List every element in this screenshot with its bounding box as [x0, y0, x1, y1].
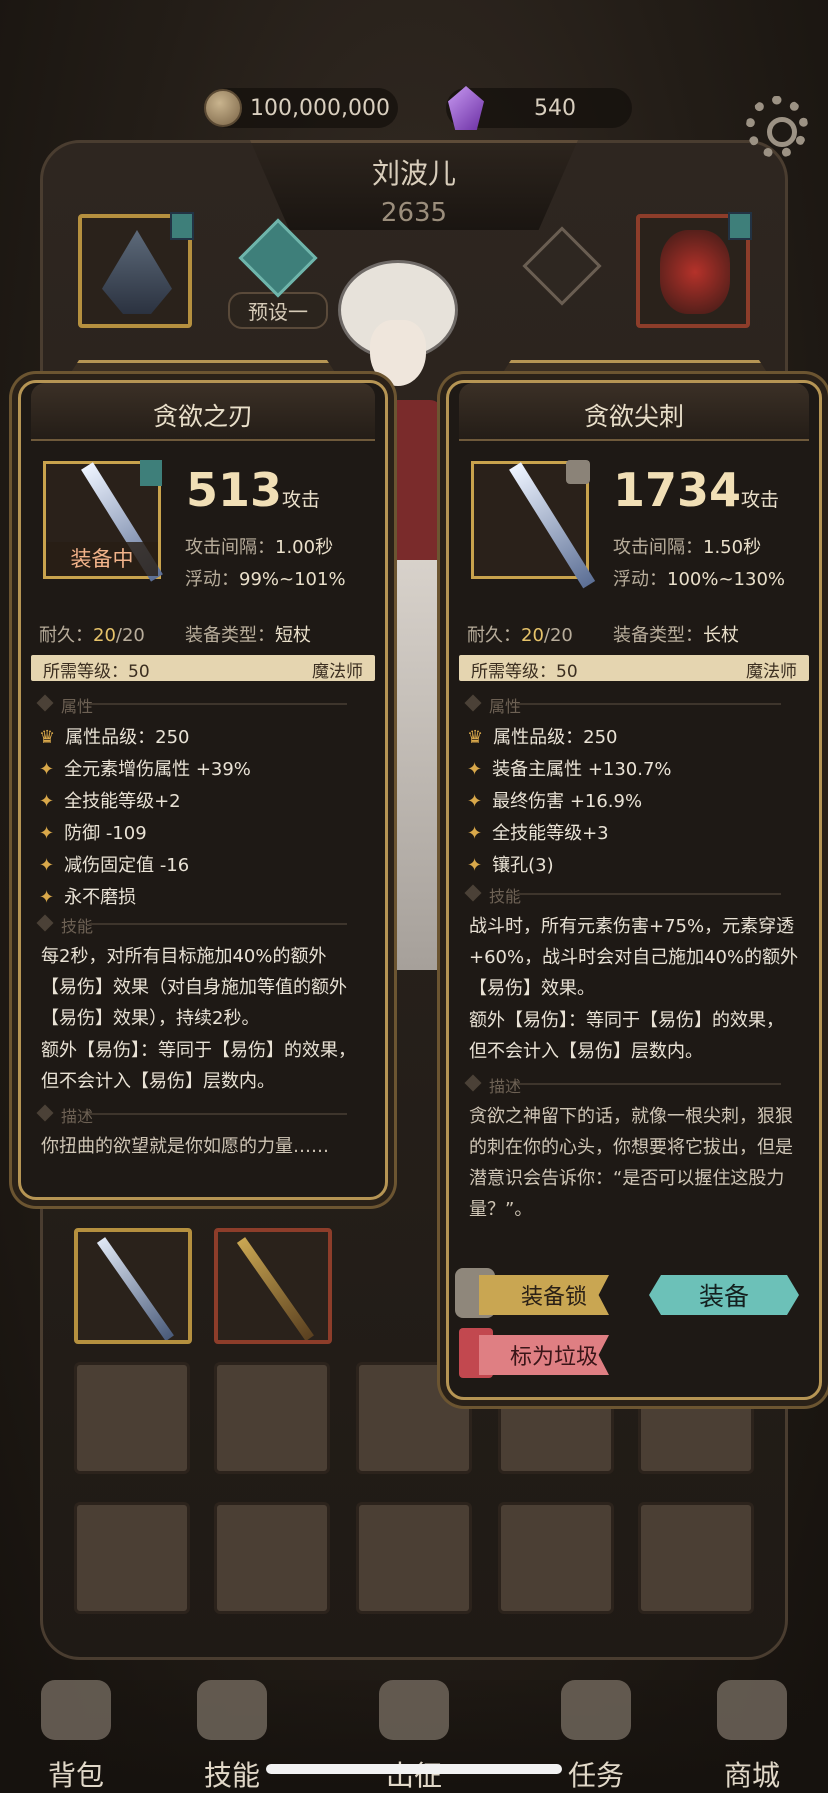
gold-amount: 100,000,000	[250, 95, 390, 121]
attribute-grade: ♛ 属性品级：250	[467, 727, 618, 748]
equip-button[interactable]: 装备	[649, 1275, 799, 1315]
slot-tag-icon	[728, 212, 752, 240]
equip-slot-armor[interactable]	[636, 212, 752, 328]
attack-value: 513	[186, 463, 283, 517]
inventory-slot[interactable]	[356, 1502, 472, 1614]
mark-as-junk-button[interactable]: 标为垃圾	[479, 1335, 609, 1375]
attribute-line: ✦ 最终伤害 +16.9%	[467, 791, 643, 812]
home-indicator[interactable]	[266, 1764, 562, 1774]
inventory-slot[interactable]	[498, 1502, 614, 1614]
attack-stat: 1734攻击	[613, 463, 779, 517]
inventory-slot[interactable]	[74, 1502, 190, 1614]
nav-quests[interactable]: 任务	[536, 1680, 656, 1793]
staff-icon	[236, 1237, 314, 1340]
durability: 耐久：20/20	[467, 625, 573, 646]
attack-interval: 攻击间隔：1.00秒	[185, 537, 334, 558]
inventory-item-staff[interactable]	[214, 1228, 332, 1344]
section-skill: 技能	[464, 883, 801, 906]
crown-icon	[717, 1680, 787, 1740]
section-description: 描述	[36, 1103, 367, 1126]
description-text: 贪欲之神留下的话，就像一根尖刺，狠狠的刺在你的心头，你想要将它拔出，但是潜意识会…	[469, 1106, 793, 1220]
scroll-icon	[561, 1680, 631, 1740]
gem-counter: 540	[446, 86, 632, 130]
inventory-item-spear[interactable]	[74, 1228, 192, 1344]
equip-lock-button[interactable]: 装备锁	[479, 1275, 609, 1315]
attack-stat: 513攻击	[186, 463, 320, 517]
lock-icon	[566, 460, 590, 484]
attribute-line: ✦ 全技能等级+3	[467, 823, 609, 844]
attack-label: 攻击	[282, 489, 321, 511]
inventory-slot[interactable]	[214, 1362, 330, 1474]
attack-value: 1734	[613, 463, 742, 517]
damage-float: 浮动：99%~101%	[185, 569, 346, 590]
attribute-line: ✦ 全技能等级+2	[39, 791, 181, 812]
skill-text: 每2秒，对所有目标施加40%的额外【易伤】效果（对自身施加等值的额外【易伤】效果…	[41, 946, 347, 1029]
rarity-mark-icon	[140, 460, 162, 486]
item-icon	[471, 460, 596, 589]
equip-slot-helmet[interactable]	[78, 212, 194, 328]
helmet-icon	[102, 230, 172, 314]
sword-icon	[379, 1680, 449, 1740]
durability: 耐久：20/20	[39, 625, 145, 646]
item-title: 贪欲尖刺	[583, 402, 684, 431]
section-skill: 技能	[36, 913, 367, 936]
slot-tag-icon	[170, 212, 194, 240]
nav-expedition[interactable]: 出征	[354, 1680, 474, 1793]
section-attributes: 属性	[36, 693, 367, 716]
section-description: 描述	[464, 1073, 801, 1096]
skill-book-icon	[197, 1680, 267, 1740]
equipped-label: 装备中	[46, 542, 158, 576]
attack-label: 攻击	[741, 489, 780, 511]
armor-icon	[660, 230, 730, 314]
inventory-slot[interactable]	[74, 1362, 190, 1474]
attribute-line: ✦ 装备主属性 +130.7%	[467, 759, 672, 780]
requirement-bar: 所需等级：50 魔法师	[459, 655, 809, 682]
section-attributes: 属性	[464, 693, 801, 716]
attribute-grade: ♛ 属性品级：250	[39, 727, 190, 748]
attribute-line: ✦ 永不磨损	[39, 887, 137, 908]
attribute-line: ✦ 镶孔(3)	[467, 855, 554, 876]
nav-skills[interactable]: 技能	[172, 1680, 292, 1793]
equip-type: 装备类型：长杖	[613, 625, 739, 646]
skill-note: 额外【易伤】：等同于【易伤】的效果，但不会计入【易伤】层数内。	[41, 1040, 356, 1092]
skill-note: 额外【易伤】：等同于【易伤】的效果，但不会计入【易伤】层数内。	[469, 1010, 784, 1062]
inventory-slot[interactable]	[214, 1502, 330, 1614]
inventory-slot[interactable]	[638, 1502, 754, 1614]
nav-bag[interactable]: 背包	[16, 1680, 136, 1793]
character-name: 刘波儿	[371, 157, 456, 190]
description-text: 你扭曲的欲望就是你如愿的力量……	[41, 1136, 329, 1157]
requirement-bar: 所需等级：50 魔法师	[31, 655, 375, 682]
crystal-icon	[448, 86, 484, 130]
skill-text: 战斗时，所有元素伤害+75%，元素穿透+60%，战斗时会对自己施加40%的额外【…	[469, 916, 799, 999]
damage-float: 浮动：100%~130%	[613, 569, 786, 590]
preset-icon	[238, 218, 318, 298]
attack-interval: 攻击间隔：1.50秒	[613, 537, 762, 558]
item-icon: 装备中	[43, 460, 163, 582]
gem-amount: 540	[534, 95, 576, 121]
item-title: 贪欲之刃	[152, 402, 253, 431]
equip-type: 装备类型：短杖	[185, 625, 311, 646]
gear-icon[interactable]	[746, 96, 808, 158]
gold-counter: 100,000,000	[204, 88, 398, 128]
coin-icon	[204, 89, 242, 127]
item-panel-equipped: 贪欲之刃 装备中 513攻击 攻击间隔：1.00秒 浮动：99%~101% 耐久…	[18, 380, 388, 1200]
backpack-icon	[41, 1680, 111, 1740]
item-panel-compare: 贪欲尖刺 1734攻击 攻击间隔：1.50秒 浮动：100%~130% 耐久：2…	[446, 380, 822, 1400]
attribute-line: ✦ 防御 -109	[39, 823, 147, 844]
attribute-line: ✦ 全元素增伤属性 +39%	[39, 759, 251, 780]
spear-icon	[96, 1237, 174, 1340]
preset-selector[interactable]: 预设一	[228, 218, 328, 329]
attribute-line: ✦ 减伤固定值 -16	[39, 855, 190, 876]
nav-shop[interactable]: 商城	[692, 1680, 812, 1793]
